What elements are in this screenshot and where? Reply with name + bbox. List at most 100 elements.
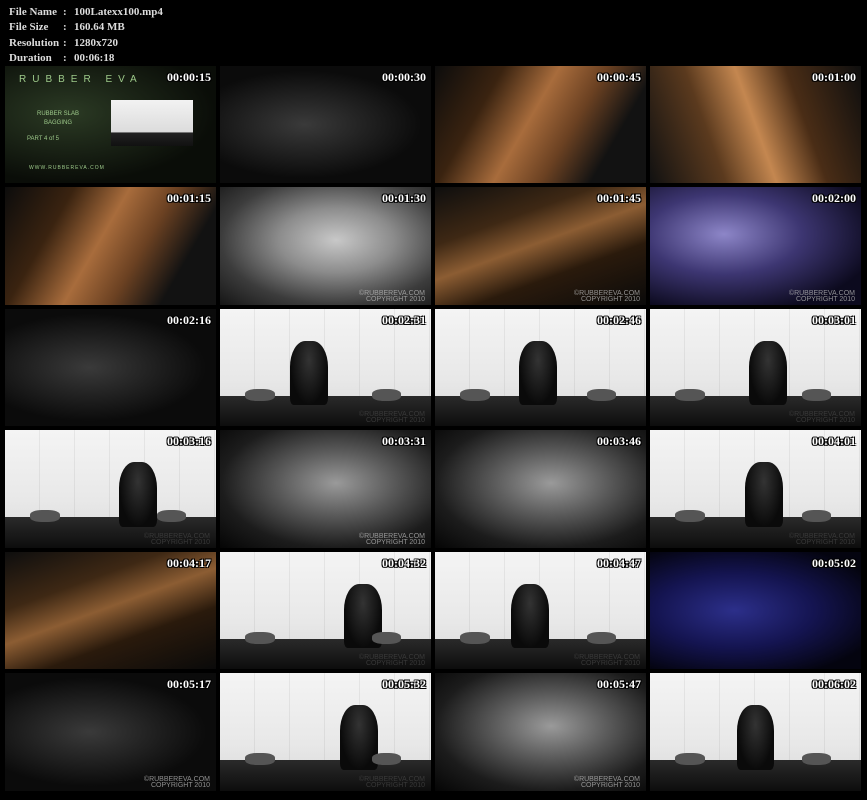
watermark-line: COPYRIGHT 2010 (580, 660, 640, 668)
pillow (586, 631, 617, 644)
watermark-line: COPYRIGHT 2010 (795, 295, 855, 303)
watermark-line: COPYRIGHT 2010 (795, 538, 855, 546)
video-thumbnail[interactable]: 00:03:01 ©RUBBEREVA.COM COPYRIGHT 2010 (650, 308, 861, 427)
timestamp-label: 00:00:30 (382, 70, 426, 84)
pillow (801, 753, 832, 765)
timestamp-label: 00:05:02 (812, 555, 856, 570)
watermark: ©RUBBEREVA.COM COPYRIGHT 2010 (359, 290, 425, 303)
pillow (245, 631, 275, 644)
timestamp-label: 00:01:45 (597, 191, 641, 206)
timestamp-label: 00:01:15 (167, 191, 211, 206)
file-size-row: File Size : 160.64 MB (9, 20, 163, 35)
pillow (460, 631, 490, 644)
timestamp-label: 00:05:17 (167, 677, 211, 692)
timestamp-label: 00:04:32 (382, 555, 426, 570)
watermark: ©RUBBEREVA.COM COPYRIGHT 2010 (144, 533, 210, 546)
file-name-value: 100Latexx100.mp4 (74, 6, 163, 18)
video-thumbnail[interactable]: 00:06:02 (650, 673, 861, 791)
separator: : (63, 6, 67, 18)
watermark-line: COPYRIGHT 2010 (580, 781, 640, 789)
video-thumbnail[interactable]: 00:05:02 (650, 551, 861, 670)
video-thumbnail[interactable]: 00:01:45 ©RUBBEREVA.COM COPYRIGHT 2010 (435, 187, 646, 305)
video-thumbnail[interactable]: 00:01:15 (5, 187, 216, 305)
pillow (245, 388, 275, 401)
video-thumbnail[interactable]: 00:05:47 ©RUBBEREVA.COM COPYRIGHT 2010 (435, 673, 646, 791)
video-thumbnail[interactable]: 00:03:46 (435, 430, 646, 548)
watermark: ©RUBBEREVA.COM COPYRIGHT 2010 (789, 290, 855, 303)
video-thumbnail[interactable]: 00:03:31 ©RUBBEREVA.COM COPYRIGHT 2010 (220, 430, 431, 548)
pillow (371, 388, 402, 401)
resolution-label: Resolution (9, 36, 60, 49)
timestamp-label: 00:03:16 (167, 434, 211, 449)
watermark: ©RUBBEREVA.COM COPYRIGHT 2010 (359, 776, 425, 789)
watermark-line: COPYRIGHT 2010 (365, 660, 425, 668)
watermark-line: COPYRIGHT 2010 (365, 538, 425, 546)
timestamp-label: 00:02:00 (812, 191, 856, 206)
thumbnail-grid: RUBBER EVA RUBBER SLAB BAGGING PART 4 of 5… (5, 66, 861, 796)
timestamp-label: 00:00:15 (167, 70, 211, 84)
timestamp-label: 00:05:47 (597, 677, 641, 692)
figure-silhouette (118, 462, 157, 527)
pillow (586, 388, 617, 401)
pillow (30, 510, 60, 523)
title-inset-frame (111, 100, 193, 146)
video-thumbnail[interactable]: 00:02:31 ©RUBBEREVA.COM COPYRIGHT 2010 (220, 308, 431, 427)
watermark: ©RUBBEREVA.COM COPYRIGHT 2010 (144, 776, 210, 789)
pillow (371, 631, 402, 644)
video-thumbnail[interactable]: 00:04:32 ©RUBBEREVA.COM COPYRIGHT 2010 (220, 551, 431, 670)
file-size-label: File Size (9, 21, 49, 34)
video-thumbnail[interactable]: 00:02:46 (435, 308, 646, 427)
timestamp-label: 00:00:45 (597, 70, 641, 84)
video-thumbnail[interactable]: 00:02:00 ©RUBBEREVA.COM COPYRIGHT 2010 (650, 187, 861, 305)
figure-silhouette (519, 340, 558, 406)
video-thumbnail[interactable]: 00:04:17 (5, 551, 216, 670)
timestamp-label: 00:04:47 (597, 555, 641, 570)
pillow (245, 753, 275, 765)
watermark: ©RUBBEREVA.COM COPYRIGHT 2010 (574, 654, 640, 668)
figure-silhouette (289, 340, 328, 406)
timestamp-label: 00:04:17 (167, 555, 211, 570)
video-thumbnail[interactable]: 00:00:30 (220, 66, 431, 184)
video-thumbnail[interactable]: 00:05:32 ©RUBBEREVA.COM COPYRIGHT 2010 (220, 673, 431, 791)
title-url: WWW.RUBBEREVA.COM (29, 165, 105, 172)
file-name-row: File Name : 100Latexx100.mp4 (9, 5, 163, 20)
video-thumbnail[interactable]: 00:01:30 ©RUBBEREVA.COM COPYRIGHT 2010 (220, 187, 431, 305)
figure-silhouette (510, 583, 549, 649)
watermark-line: COPYRIGHT 2010 (365, 417, 425, 425)
video-thumbnail[interactable]: 00:04:01 ©RUBBEREVA.COM COPYRIGHT 2010 (650, 430, 861, 548)
figure-silhouette (736, 705, 775, 770)
video-thumbnail[interactable]: 00:02:16 (5, 308, 216, 427)
title-logo: RUBBER EVA (19, 74, 143, 85)
separator: : (63, 36, 67, 49)
pillow (675, 388, 705, 401)
video-thumbnail[interactable]: 00:03:16 ©RUBBEREVA.COM COPYRIGHT 2010 (5, 430, 216, 548)
video-thumbnail[interactable]: 00:00:45 (435, 66, 646, 184)
pillow (801, 510, 832, 523)
watermark: ©RUBBEREVA.COM COPYRIGHT 2010 (359, 533, 425, 546)
pillow (460, 388, 490, 401)
timestamp-label: 00:03:46 (597, 434, 641, 449)
watermark: ©RUBBEREVA.COM COPYRIGHT 2010 (574, 776, 640, 789)
separator: : (63, 21, 67, 34)
timestamp-label: 00:04:01 (812, 434, 856, 449)
video-thumbnail[interactable]: RUBBER EVA RUBBER SLAB BAGGING PART 4 of 5… (5, 66, 216, 184)
pillow (371, 753, 402, 765)
video-thumbnail[interactable]: 00:04:47 ©RUBBEREVA.COM COPYRIGHT 2010 (435, 551, 646, 670)
video-thumbnail[interactable]: 00:05:17 ©RUBBEREVA.COM COPYRIGHT 2010 (5, 673, 216, 791)
duration-label: Duration (9, 51, 52, 64)
duration-value: 00:06:18 (74, 51, 115, 64)
timestamp-label: 00:02:16 (167, 312, 211, 327)
resolution-row: Resolution : 1280x720 (9, 36, 163, 51)
watermark-line: COPYRIGHT 2010 (150, 538, 210, 546)
title-subtitle: RUBBER SLAB BAGGING (36, 111, 79, 126)
video-thumbnail[interactable]: 00:01:00 (650, 66, 861, 184)
watermark-line: COPYRIGHT 2010 (365, 295, 425, 303)
duration-row: Duration : 00:06:18 (9, 51, 163, 66)
figure-silhouette (749, 340, 788, 406)
watermark: ©RUBBEREVA.COM COPYRIGHT 2010 (789, 411, 855, 424)
file-size-value: 160.64 MB (74, 21, 125, 34)
pillow (156, 510, 187, 523)
timestamp-label: 00:03:01 (812, 312, 856, 327)
pillow (675, 753, 705, 765)
pillow (675, 510, 705, 523)
